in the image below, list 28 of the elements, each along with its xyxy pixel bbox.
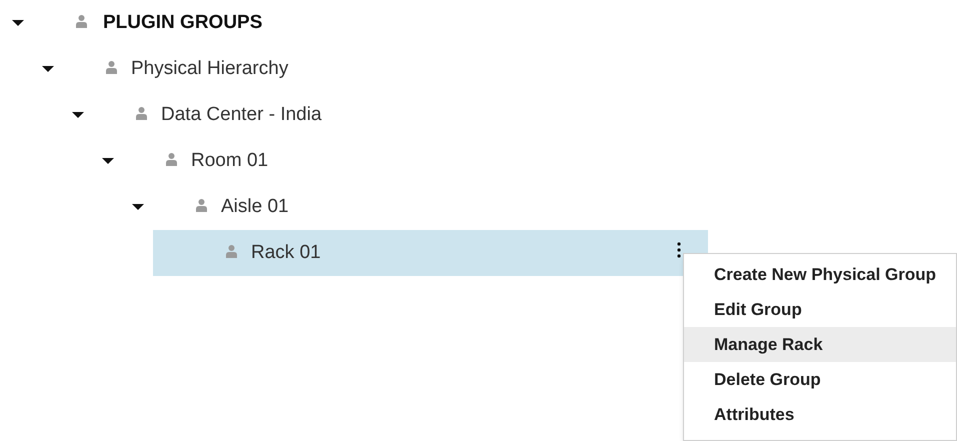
selected-tree-row[interactable]: Rack 01 xyxy=(153,230,708,276)
menu-item[interactable]: Edit Group xyxy=(684,292,956,327)
menu-item[interactable]: Delete Group xyxy=(684,362,956,397)
tree-row[interactable]: PLUGIN GROUPS xyxy=(3,0,558,46)
node-label: PLUGIN GROUPS xyxy=(103,10,262,35)
node-label: Aisle 01 xyxy=(221,194,289,219)
tree-row[interactable]: Aisle 01 xyxy=(123,184,678,230)
tree-row[interactable]: Room 01 xyxy=(93,138,648,184)
node-label: Rack 01 xyxy=(251,240,321,265)
caret-down-icon[interactable] xyxy=(42,65,54,73)
person-icon xyxy=(76,14,87,28)
tree-row[interactable]: Data Center - India xyxy=(63,92,618,138)
node-label: Data Center - India xyxy=(161,102,322,127)
more-options-icon[interactable] xyxy=(677,242,681,258)
menu-item[interactable]: Attributes xyxy=(684,397,956,432)
person-icon xyxy=(136,106,147,120)
caret-down-icon[interactable] xyxy=(12,19,24,27)
person-icon xyxy=(166,152,177,166)
person-icon xyxy=(106,60,117,74)
caret-down-icon[interactable] xyxy=(132,203,144,211)
menu-item[interactable]: Manage Rack xyxy=(684,327,956,362)
caret-down-icon[interactable] xyxy=(72,111,84,119)
node-label: Room 01 xyxy=(191,148,268,173)
node-label: Physical Hierarchy xyxy=(131,56,288,81)
person-icon xyxy=(196,198,207,212)
tree-row[interactable]: Physical Hierarchy xyxy=(33,46,588,92)
caret-down-icon[interactable] xyxy=(102,157,114,165)
person-icon xyxy=(226,244,237,258)
